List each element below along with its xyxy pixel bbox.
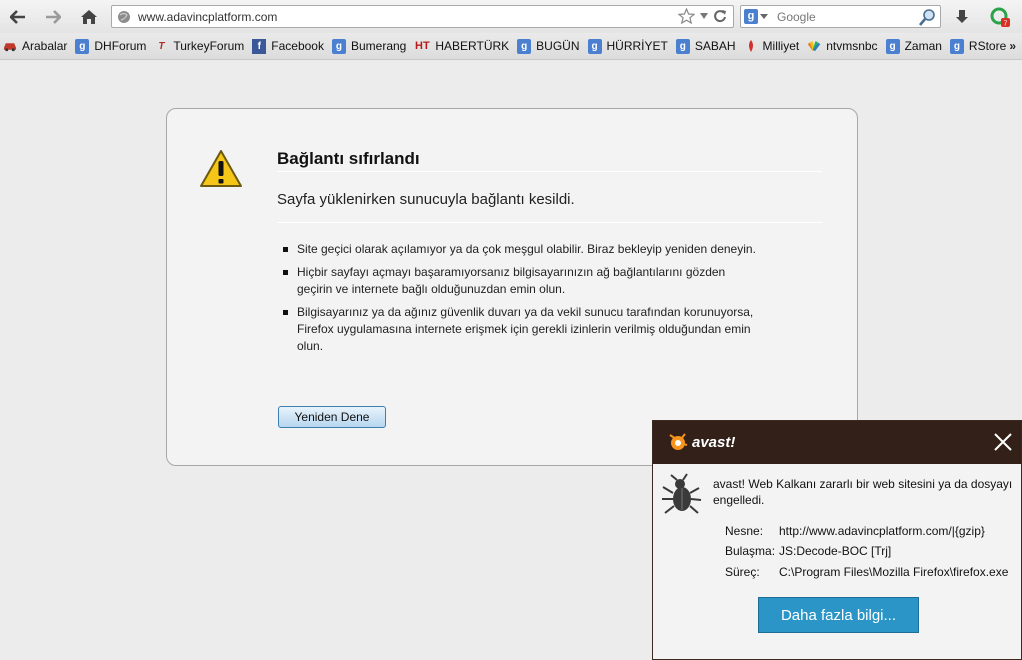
google-g-icon: g bbox=[675, 38, 690, 54]
avast-ball-icon bbox=[669, 433, 688, 450]
google-g-icon: g bbox=[587, 38, 602, 54]
search-bar[interactable]: g Google bbox=[740, 5, 941, 28]
bookmarks-overflow-button[interactable]: » bbox=[1009, 39, 1016, 53]
globe-icon bbox=[118, 11, 130, 23]
avast-header: avast! bbox=[653, 421, 1021, 464]
avast-notification: avast! avast! Web Kalkanı zararlı bir we… bbox=[652, 420, 1022, 660]
search-engine-selector[interactable]: g bbox=[744, 9, 768, 24]
google-g-icon: g bbox=[517, 38, 532, 54]
bug-icon bbox=[662, 473, 702, 514]
bookmarks-bar: Arabalar g DHForum T TurkeyForum f Facebook… bbox=[0, 33, 1022, 60]
infection-value: JS:Decode-BOC [Trj] bbox=[779, 544, 892, 558]
ht-icon: HT bbox=[415, 40, 430, 52]
back-arrow-icon bbox=[10, 10, 25, 24]
google-g-icon: g bbox=[949, 38, 964, 54]
infection-row: Bulaşma: JS:Decode-BOC [Trj] bbox=[725, 544, 892, 558]
download-arrow-icon bbox=[956, 10, 968, 23]
bookmark-star-icon[interactable] bbox=[678, 8, 695, 24]
tf-icon: T bbox=[158, 40, 165, 52]
bookmark-milliyet[interactable]: Milliyet bbox=[744, 39, 799, 54]
process-row: Süreç: C:\Program Files\Mozilla Firefox\f… bbox=[725, 565, 1009, 579]
url-text[interactable]: www.adavincplatform.com bbox=[138, 10, 277, 24]
google-g-icon: g bbox=[744, 9, 758, 24]
list-item: Hiçbir sayfayı açmayı başaramıyorsanız b… bbox=[283, 264, 763, 298]
chevron-down-icon bbox=[760, 13, 768, 19]
warning-icon bbox=[200, 150, 242, 187]
close-icon[interactable] bbox=[991, 430, 1015, 454]
navigation-toolbar: www.adavincplatform.com g Google 7 bbox=[0, 0, 1022, 33]
error-title: Bağlantı sıfırlandı bbox=[277, 149, 420, 168]
address-bar[interactable]: www.adavincplatform.com bbox=[111, 5, 734, 28]
retry-button[interactable]: Yeniden Dene bbox=[278, 406, 386, 428]
avast-logo: avast! bbox=[667, 431, 735, 453]
list-item: Site geçici olarak açılamıyor ya da çok … bbox=[283, 241, 763, 258]
bookmark-bumerang[interactable]: g Bumerang bbox=[331, 38, 406, 54]
subtitle-divider bbox=[277, 222, 822, 223]
avast-message: avast! Web Kalkanı zararlı bir web sites… bbox=[713, 477, 1013, 507]
process-value: C:\Program Files\Mozilla Firefox\firefox… bbox=[779, 565, 1009, 579]
google-g-icon: g bbox=[331, 38, 346, 54]
bookmark-sabah[interactable]: g SABAH bbox=[675, 38, 736, 54]
object-row: Nesne: http://www.adavincplatform.com/|{g… bbox=[725, 524, 985, 538]
home-button[interactable] bbox=[78, 6, 100, 28]
google-g-icon: g bbox=[885, 38, 900, 54]
avast-brand: avast! bbox=[692, 433, 736, 451]
bookmark-facebook[interactable]: f Facebook bbox=[252, 38, 324, 54]
addon-button[interactable]: 7 bbox=[989, 6, 1011, 28]
peacock-icon bbox=[807, 39, 821, 54]
more-info-button[interactable]: Daha fazla bilgi... bbox=[758, 597, 919, 633]
bookmark-turkeyforum[interactable]: T TurkeyForum bbox=[154, 39, 244, 54]
addon-refresh-icon: 7 bbox=[990, 7, 1010, 28]
bookmark-zaman[interactable]: g Zaman bbox=[885, 38, 942, 54]
error-panel: Bağlantı sıfırlandı Sayfa yüklenirken su… bbox=[166, 108, 858, 466]
bookmark-hurriyet[interactable]: g HÜRRİYET bbox=[587, 38, 668, 54]
forward-button[interactable] bbox=[42, 6, 64, 28]
bookmark-rstore[interactable]: g RStore bbox=[949, 38, 1006, 54]
title-divider bbox=[277, 171, 822, 172]
error-subtitle: Sayfa yüklenirken sunucuyla bağlantı kes… bbox=[277, 191, 575, 208]
search-placeholder[interactable]: Google bbox=[777, 10, 816, 24]
bookmark-ntvmsnbc[interactable]: ntvmsnbc bbox=[807, 39, 878, 54]
back-button[interactable] bbox=[7, 6, 29, 28]
car-icon bbox=[3, 39, 17, 54]
object-value: http://www.adavincplatform.com/|{gzip} bbox=[779, 524, 985, 538]
search-icon[interactable] bbox=[919, 8, 937, 26]
reload-icon[interactable] bbox=[713, 9, 727, 23]
bookmark-arabalar[interactable]: Arabalar bbox=[3, 39, 67, 54]
google-g-icon: g bbox=[75, 38, 90, 54]
bookmark-dhforum[interactable]: g DHForum bbox=[75, 38, 146, 54]
error-suggestions: Site geçici olarak açılamıyor ya da çok … bbox=[283, 241, 763, 361]
downloads-button[interactable] bbox=[951, 6, 973, 28]
bookmark-bugun[interactable]: g BUGÜN bbox=[517, 38, 580, 54]
bookmark-haberturk[interactable]: HT HABERTÜRK bbox=[414, 39, 509, 54]
milliyet-icon bbox=[744, 39, 758, 54]
home-icon bbox=[81, 10, 97, 24]
list-item: Bilgisayarınız ya da ağınız güvenlik duv… bbox=[283, 304, 763, 355]
facebook-icon: f bbox=[252, 38, 267, 54]
svg-text:7: 7 bbox=[1004, 21, 1008, 28]
forward-arrow-icon bbox=[46, 10, 61, 24]
dropdown-arrow-icon[interactable] bbox=[699, 12, 709, 20]
